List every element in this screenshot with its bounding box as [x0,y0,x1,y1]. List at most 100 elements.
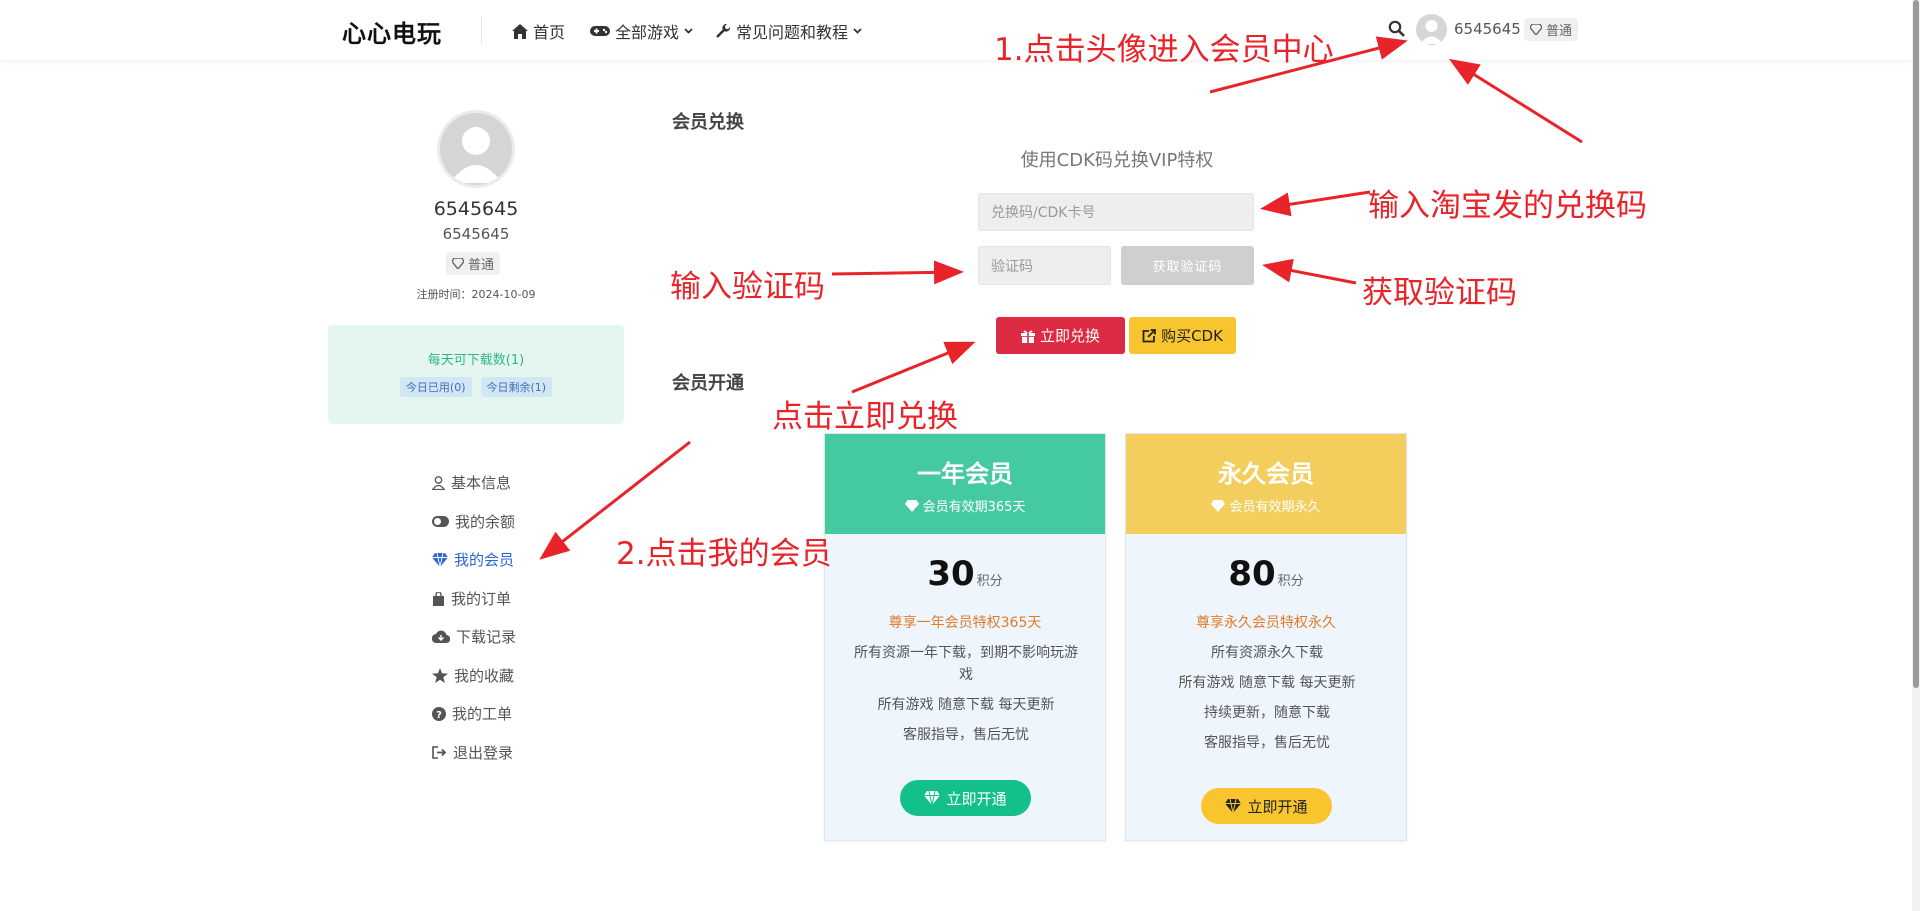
subscribe-lifetime-button[interactable]: 立即开通 [1201,788,1332,824]
redeem-now-label: 立即兑换 [1039,327,1100,345]
plan-card-header: 永久会员 会员有效期永久 [1126,434,1406,534]
avatar-icon [1420,20,1443,44]
redeem-now-button[interactable]: 立即兑换 [996,317,1125,354]
subscribe-yearly-button[interactable]: 立即开通 [900,780,1031,816]
scrollbar-thumb[interactable] [1913,0,1919,688]
buy-cdk-label: 购买CDK [1161,327,1223,345]
membership-section-title: 会员开通 [672,373,744,394]
toggle-icon [432,516,449,527]
diamond-icon [1530,24,1542,35]
search-button[interactable] [1388,20,1405,41]
site-logo[interactable]: 心心电玩 [342,14,442,49]
chevron-down-icon [853,28,862,34]
cdk-input[interactable]: 兑换码/CDK卡号 [978,193,1254,231]
diamond-icon [452,258,464,269]
profile-avatar[interactable] [437,110,515,188]
gift-icon [1020,330,1035,343]
sign-out-icon [432,746,447,759]
redeem-subtitle: 使用CDK码兑换VIP特权 [1020,150,1214,171]
wrench-icon [716,23,731,38]
diamond-icon [1225,799,1242,813]
menu-balance-label: 我的余额 [455,513,516,531]
menu-membership[interactable]: 我的会员 [432,549,514,570]
plan-feature: 所有游戏 随意下载 每天更新 [1178,675,1356,691]
header-level-badge: 普通 [1524,18,1579,41]
get-code-button[interactable]: 获取验证码 [1121,246,1254,285]
menu-logout[interactable]: 退出登录 [432,742,513,763]
plan-validity-label: 会员有效期永久 [1229,500,1321,515]
plan-feature: 客服指导，售后无忧 [1204,735,1330,751]
diamond-icon [1211,499,1226,512]
download-quota-title: 每天可下载数(1) [427,353,525,368]
annotation-captcha: 输入验证码 [670,269,825,305]
header-badge-label: 普通 [1546,24,1573,39]
download-quota-box: 每天可下载数(1) 今日已用(0) 今日剩余(1) [328,325,624,424]
nav-faq[interactable]: 常见问题和教程 [716,19,862,43]
question-icon: ? [432,706,446,721]
annotation-step2: 2.点击我的会员 [616,536,832,572]
nav-all-games[interactable]: 全部游戏 [590,19,693,43]
menu-logout-label: 退出登录 [453,744,514,762]
top-header: 心心电玩 首页 全部游戏 常见问题和教程 6545645 普通 [0,0,1912,60]
plan-feature: 持续更新，随意下载 [1204,705,1330,721]
nav-faq-label: 常见问题和教程 [736,23,849,42]
annotation-redeem: 点击立即兑换 [772,399,958,435]
arrow-to-redeem [851,341,976,394]
diamond-icon [904,499,919,512]
plan-price: 30 积分 [825,554,1105,594]
arrow-to-cdk-input [1260,190,1371,217]
plan-validity-label: 会员有效期365天 [922,500,1026,515]
page-scrollbar[interactable] [1912,0,1920,911]
today-used-tag: 今日已用(0) [399,377,472,397]
plan-title: 一年会员 [917,460,1013,488]
menu-basic-info-label: 基本信息 [451,474,512,492]
header-divider [481,16,482,44]
gamepad-icon [590,26,610,36]
plan-title: 永久会员 [1218,460,1314,488]
avatar-icon [450,127,502,183]
cloud-download-icon [432,630,450,643]
plan-price-unit: 积分 [1277,574,1304,589]
profile-level-badge: 普通 [446,252,501,275]
register-date: 注册时间：2024-10-09 [416,288,536,301]
menu-tickets-label: 我的工单 [452,705,513,723]
plan-price: 80 积分 [1126,554,1406,594]
menu-favorites[interactable]: 我的收藏 [432,665,514,686]
profile-name: 6545645 [433,198,519,220]
redeem-section-title: 会员兑换 [672,112,744,133]
nav-home-label: 首页 [533,23,566,42]
star-icon [432,668,448,683]
shopping-bag-icon [433,591,444,606]
user-icon [432,475,445,490]
menu-tickets[interactable]: ? 我的工单 [432,703,512,724]
search-icon [1388,20,1405,37]
plan-price-value: 80 [1228,554,1276,594]
nav-home[interactable]: 首页 [512,19,565,43]
menu-orders-label: 我的订单 [451,590,512,608]
plan-price-value: 30 [927,554,975,594]
menu-basic-info[interactable]: 基本信息 [432,472,511,493]
captcha-input[interactable]: 验证码 [978,246,1111,285]
annotation-get-code: 获取验证码 [1362,275,1517,311]
arrow-to-avatar-2 [1448,58,1583,144]
plan-price-unit: 积分 [976,574,1003,589]
plan-card-lifetime: 永久会员 会员有效期永久 80 积分 尊享永久会员特权永久 所有资源永久下载 所有… [1125,433,1407,841]
plan-card-yearly: 一年会员 会员有效期365天 30 积分 尊享一年会员特权365天 所有资源一年下… [824,433,1106,841]
diamond-icon [924,791,941,805]
plan-feature: 所有资源一年下载，到期不影响玩游戏 [854,645,1078,683]
plan-card-header: 一年会员 会员有效期365天 [825,434,1105,534]
menu-balance[interactable]: 我的余额 [432,511,515,532]
header-username[interactable]: 6545645 [1454,20,1521,38]
header-avatar[interactable] [1416,14,1447,45]
menu-downloads[interactable]: 下载记录 [432,626,516,647]
subscribe-yearly-label: 立即开通 [946,789,1007,808]
plan-highlight: 尊享永久会员特权永久 [1196,615,1336,631]
diamond-icon [432,552,448,567]
menu-orders[interactable]: 我的订单 [432,588,511,609]
home-icon [512,23,528,39]
menu-downloads-label: 下载记录 [456,628,517,646]
plan-validity: 会员有效期365天 [825,496,1105,515]
buy-cdk-button[interactable]: 购买CDK [1129,317,1236,354]
arrow-to-captcha [831,260,964,285]
plan-feature: 所有资源永久下载 [1211,645,1323,661]
